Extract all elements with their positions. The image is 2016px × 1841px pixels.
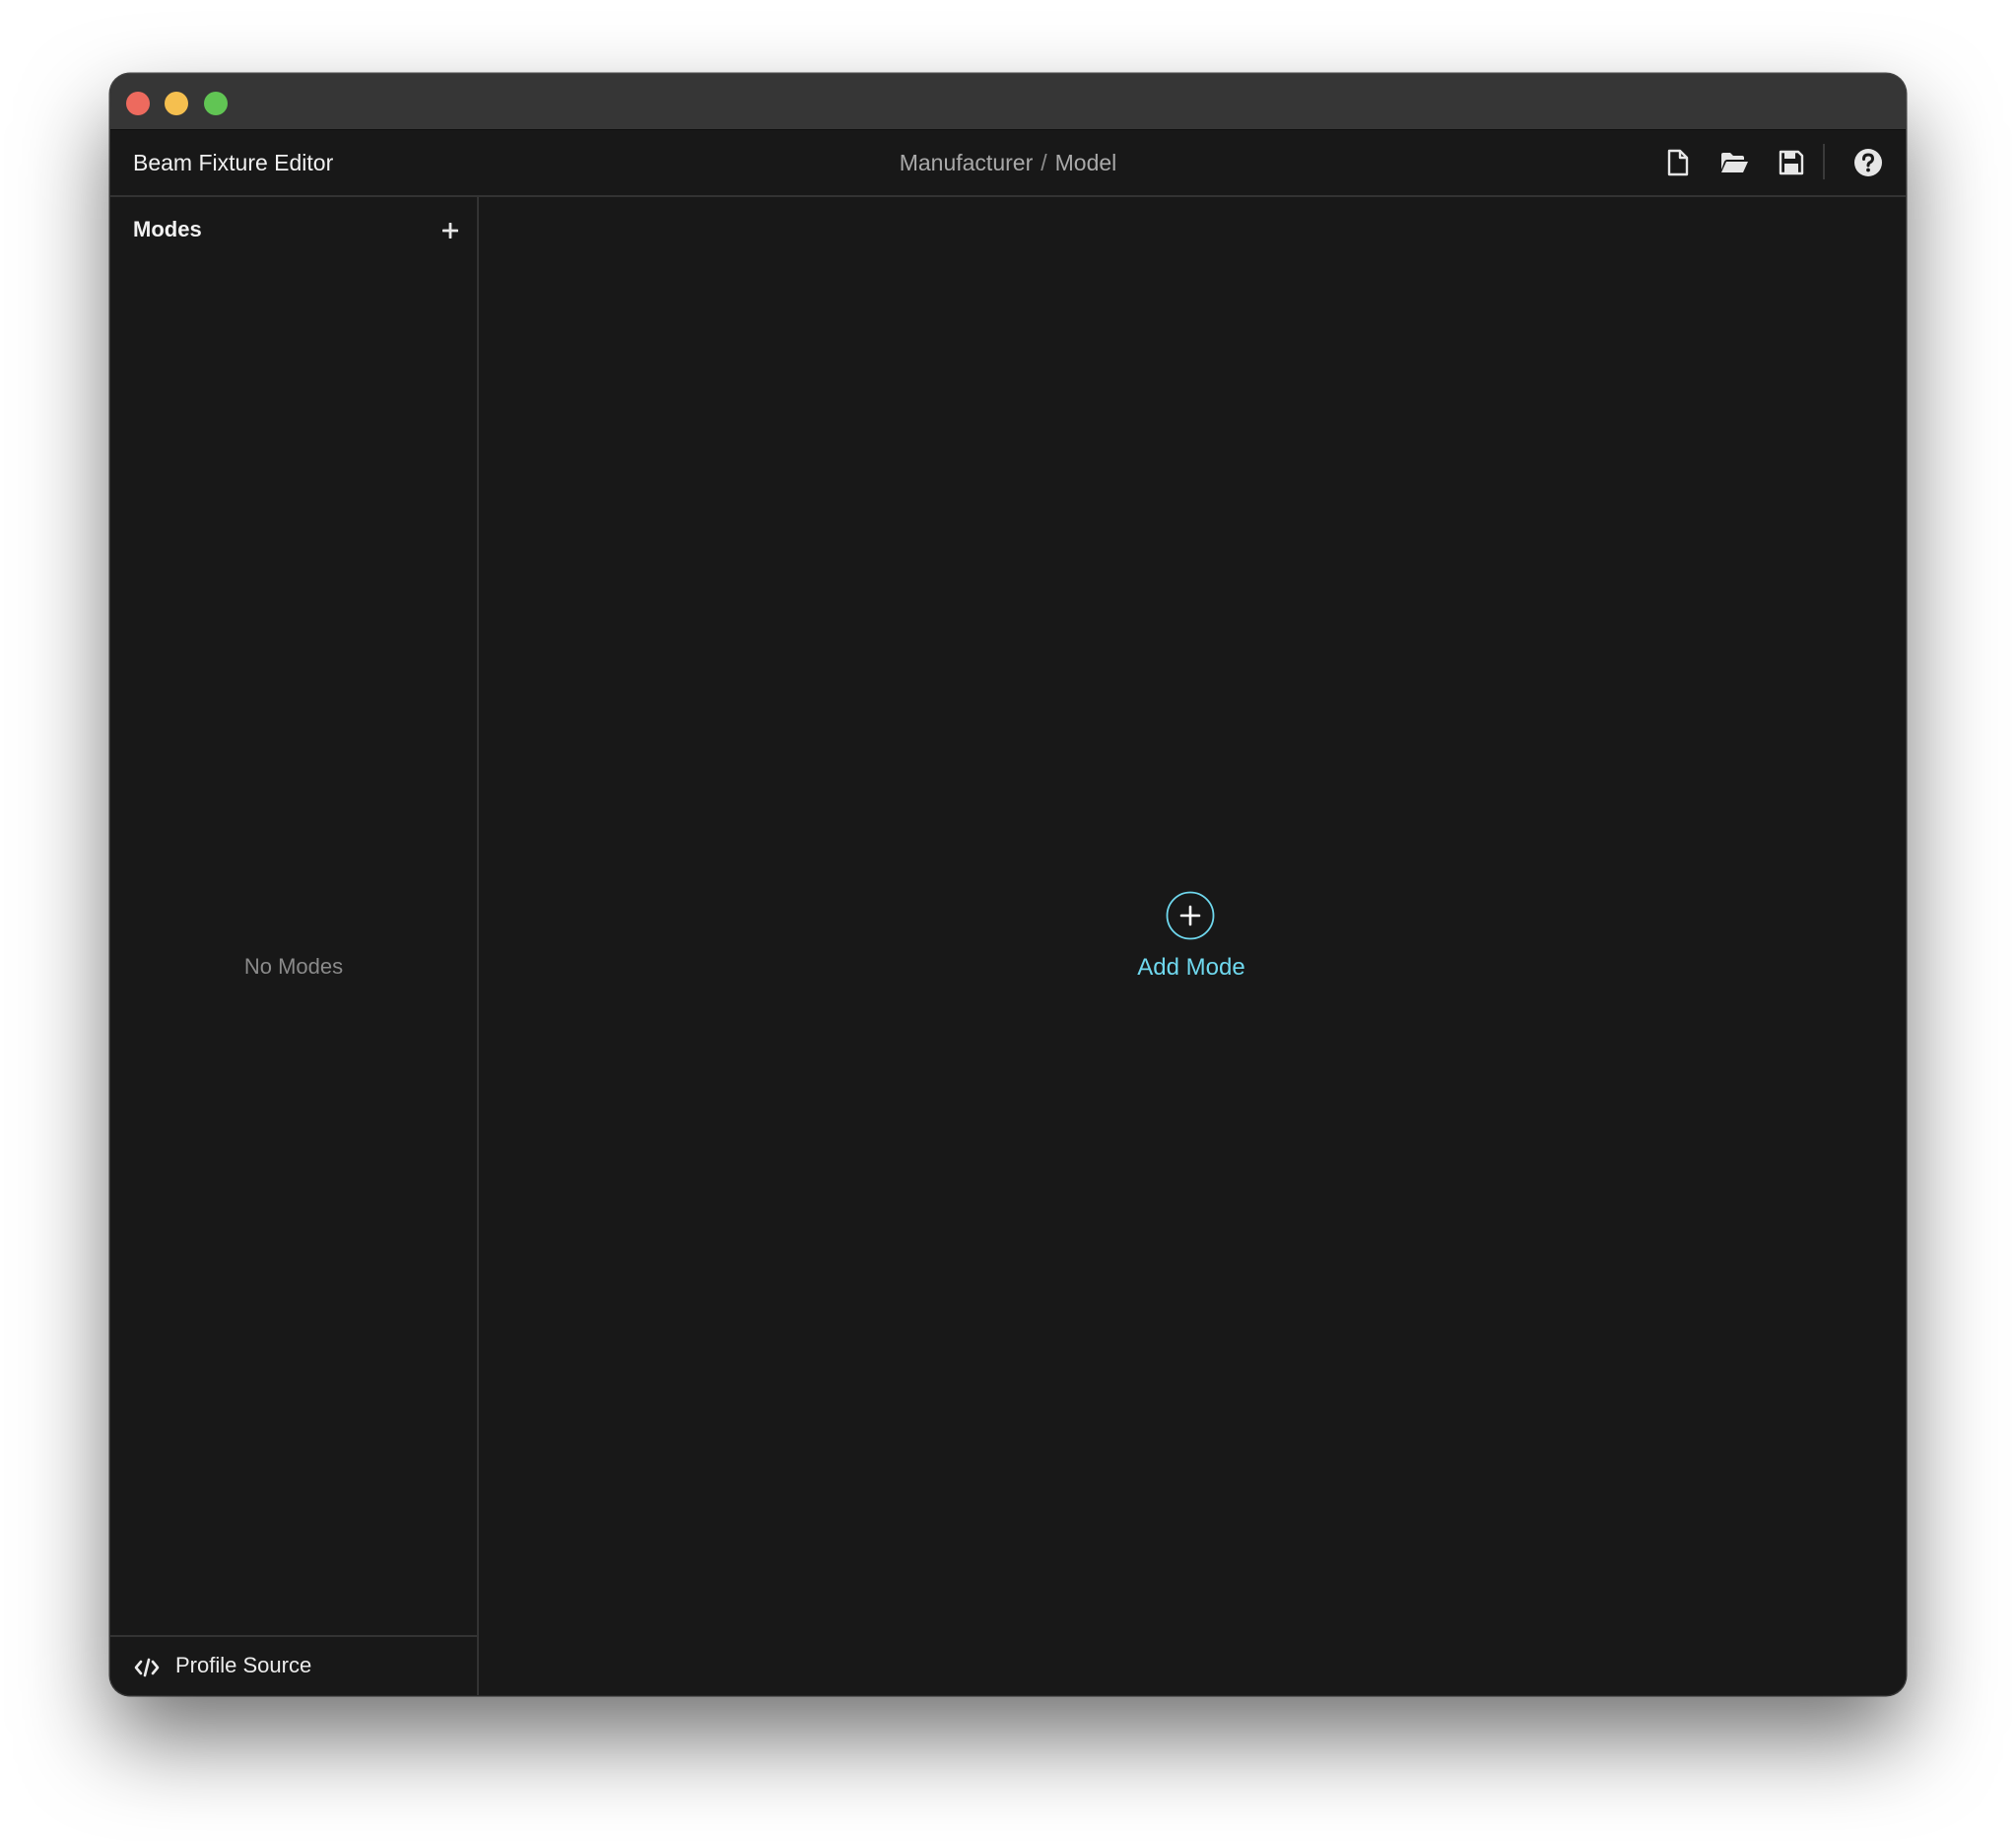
plus-circle-icon [1166,891,1215,940]
add-mode-label: Add Mode [1137,954,1245,981]
open-file-button[interactable] [1718,147,1750,178]
main-content: Add Mode [479,197,1906,1695]
code-icon [134,1658,160,1677]
app-window: Beam Fixture Editor Manufacturer/Model [110,74,1906,1695]
new-file-icon [1667,149,1689,176]
breadcrumb-separator: / [1041,150,1047,175]
profile-source-label: Profile Source [175,1653,312,1677]
breadcrumb-manufacturer[interactable]: Manufacturer [900,150,1034,175]
maximize-window-button[interactable] [204,92,228,115]
save-button[interactable] [1776,147,1807,178]
help-icon [1854,149,1882,176]
breadcrumb-model[interactable]: Model [1055,150,1117,175]
title-bar[interactable] [110,74,1906,130]
modes-sidebar: Modes No Modes Profile Source [110,197,479,1695]
new-file-button[interactable] [1662,147,1694,178]
save-icon [1779,150,1804,175]
profile-source-button[interactable]: Profile Source [110,1635,477,1695]
plus-icon [442,223,458,239]
open-folder-icon [1721,153,1748,172]
minimize-window-button[interactable] [165,92,188,115]
close-window-button[interactable] [126,92,150,115]
add-mode-button[interactable]: Add Mode [1091,891,1292,999]
no-modes-text: No Modes [243,954,344,979]
help-button[interactable] [1852,147,1884,178]
breadcrumb: Manufacturer / Model [110,150,1906,176]
app-header: Beam Fixture Editor Manufacturer / Model [110,130,1906,197]
add-mode-sidebar-button[interactable] [437,218,463,243]
toolbar-divider [1823,144,1825,179]
modes-heading: Modes [133,217,202,241]
